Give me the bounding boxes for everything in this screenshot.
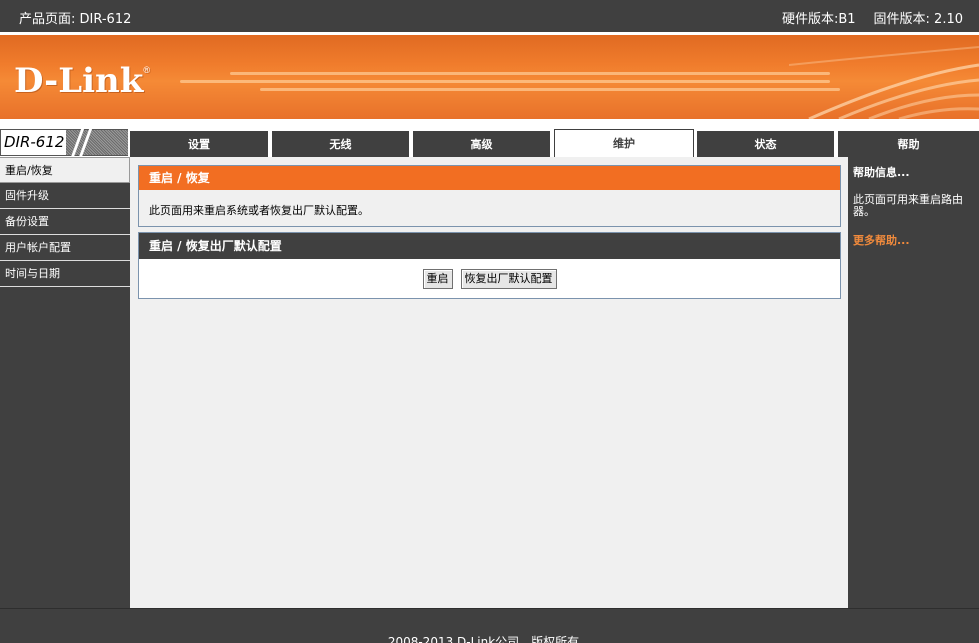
tab-status[interactable]: 状态 (697, 131, 834, 157)
logo-text: D-Link (14, 61, 144, 101)
tab-wireless[interactable]: 无线 (272, 131, 409, 157)
more-help-link[interactable]: 更多帮助... (853, 232, 974, 248)
reboot-restore-actions-section: 重启 / 恢复出厂默认配置 重启 恢复出厂默认配置 (138, 232, 841, 299)
top-info-bar: 产品页面: DIR-612 硬件版本:B1 固件版本: 2.10 (0, 0, 979, 32)
help-title: 帮助信息... (853, 166, 910, 179)
registered-mark: ® (143, 65, 150, 75)
section-title: 重启 / 恢复 (139, 166, 840, 190)
firmware-version: 固件版本: 2.10 (873, 12, 963, 27)
sidebar-item-user-accounts[interactable]: 用户帐户配置 (0, 235, 130, 261)
sidebar-item-reboot-restore[interactable]: 重启/恢复 (0, 157, 130, 183)
hardware-version: 硬件版本:B1 (781, 12, 856, 27)
sidebar: 重启/恢复 固件升级 备份设置 用户帐户配置 时间与日期 (0, 157, 130, 608)
help-text: 此页面可用来重启路由器。 (853, 193, 963, 218)
dlink-logo: D-Link® (14, 61, 150, 101)
restore-defaults-button[interactable]: 恢复出厂默认配置 (460, 269, 557, 289)
model-badge-pattern (66, 128, 128, 158)
section-description: 此页面用来重启系统或者恢复出厂默认配置。 (149, 204, 369, 217)
brand-banner: D-Link® (0, 32, 979, 123)
reboot-restore-info-section: 重启 / 恢复 此页面用来重启系统或者恢复出厂默认配置。 (138, 165, 841, 227)
tab-help[interactable]: 帮助 (838, 131, 979, 157)
banner-streak (260, 88, 840, 91)
model-name: DIR-612 (4, 133, 65, 151)
tab-setup[interactable]: 设置 (130, 131, 268, 157)
model-badge: DIR-612 (0, 128, 128, 158)
reboot-button[interactable]: 重启 (422, 269, 453, 289)
help-panel: 帮助信息... 此页面可用来重启路由器。 更多帮助... (848, 157, 979, 608)
banner-streak (230, 72, 830, 75)
main-content: 重启 / 恢复 此页面用来重启系统或者恢复出厂默认配置。 重启 / 恢复出厂默认… (130, 157, 848, 608)
banner-streak (180, 80, 830, 83)
tab-advanced[interactable]: 高级 (413, 131, 550, 157)
tab-maintenance[interactable]: 维护 (554, 129, 694, 157)
copyright-text: 2008-2013 D-Link公司，版权所有。 (387, 635, 592, 643)
product-page-label: 产品页面: DIR-612 (19, 12, 132, 27)
banner-band: D-Link® (0, 35, 979, 119)
action-buttons: 重启 恢复出厂默认配置 (139, 259, 840, 289)
version-info: 硬件版本:B1 固件版本: 2.10 (782, 8, 963, 27)
section-title: 重启 / 恢复出厂默认配置 (139, 233, 840, 259)
sidebar-item-backup-settings[interactable]: 备份设置 (0, 209, 130, 235)
sidebar-item-firmware-upgrade[interactable]: 固件升级 (0, 183, 130, 209)
sidebar-item-time-date[interactable]: 时间与日期 (0, 261, 130, 287)
banner-swoop-graphic (789, 46, 979, 119)
footer: 2008-2013 D-Link公司，版权所有。 (0, 608, 979, 643)
nav-row: DIR-612 设置 无线 高级 维护 状态 帮助 (0, 123, 979, 158)
